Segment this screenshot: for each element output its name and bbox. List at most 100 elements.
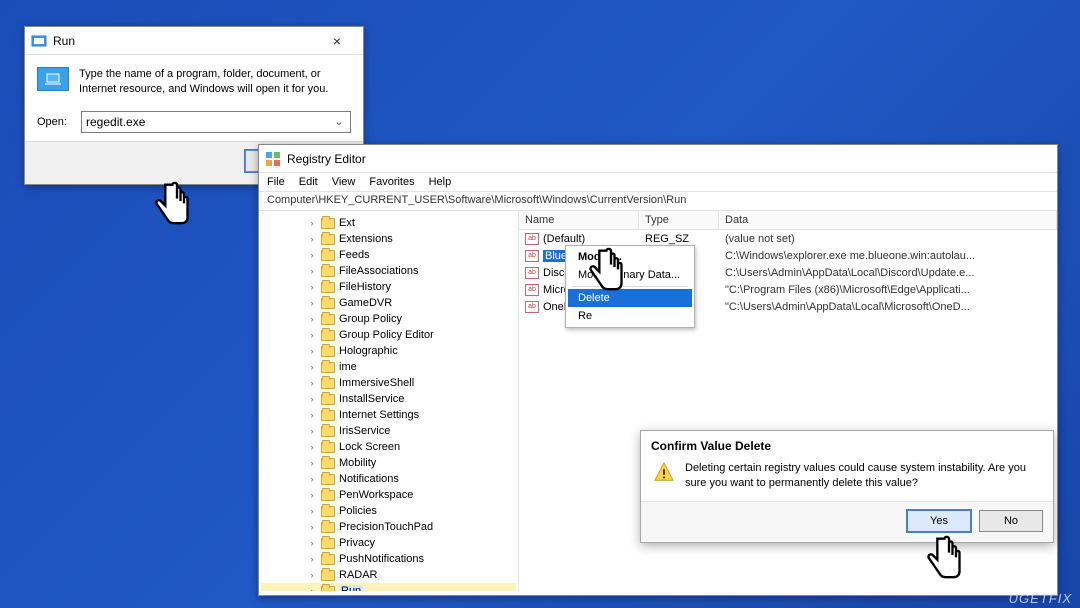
tree-item[interactable]: › GameDVR: [261, 295, 516, 311]
expand-icon[interactable]: ›: [307, 442, 317, 452]
menu-help[interactable]: Help: [429, 176, 452, 188]
expand-icon[interactable]: ›: [307, 554, 317, 564]
folder-icon: [321, 538, 335, 549]
tree-item[interactable]: › RADAR: [261, 567, 516, 583]
expand-icon[interactable]: ›: [307, 266, 317, 276]
folder-icon: [321, 234, 335, 245]
regedit-tree[interactable]: › Ext ›Extensions›Feeds›FileAssociations›F…: [259, 211, 519, 591]
folder-icon: [321, 266, 335, 277]
run-titlebar[interactable]: Run ×: [25, 27, 363, 55]
tree-item[interactable]: › ime: [261, 359, 516, 375]
folder-icon: [321, 282, 335, 293]
tree-item[interactable]: ›Run: [261, 583, 516, 591]
expand-icon[interactable]: ›: [307, 538, 317, 548]
expand-icon[interactable]: ›: [307, 250, 317, 260]
tree-item[interactable]: ›Notifications: [261, 471, 516, 487]
folder-icon: [321, 570, 335, 581]
expand-icon[interactable]: ›: [307, 490, 317, 500]
menu-view[interactable]: View: [332, 176, 356, 188]
expand-icon[interactable]: ›: [307, 362, 317, 372]
expand-icon[interactable]: ›: [307, 522, 317, 532]
open-combobox[interactable]: ⌄: [81, 111, 351, 133]
tree-item[interactable]: ›PenWorkspace: [261, 487, 516, 503]
tree-item[interactable]: › Policies: [261, 503, 516, 519]
expand-icon[interactable]: ›: [307, 218, 317, 228]
tree-item-label: Group Policy Editor: [339, 329, 434, 341]
tree-item[interactable]: ›IrisService: [261, 423, 516, 439]
folder-icon: [321, 442, 335, 453]
folder-icon: [321, 522, 335, 533]
cursor-hand-icon: [146, 180, 194, 236]
no-button[interactable]: No: [979, 510, 1043, 532]
tree-item[interactable]: ›FileAssociations: [261, 263, 516, 279]
close-icon[interactable]: ×: [317, 33, 357, 49]
row-name: (Default): [543, 233, 639, 245]
chevron-down-icon[interactable]: ⌄: [332, 115, 346, 128]
tree-item[interactable]: ›FileHistory: [261, 279, 516, 295]
tree-item[interactable]: › Group Policy Editor: [261, 327, 516, 343]
expand-icon[interactable]: ›: [307, 474, 317, 484]
expand-icon[interactable]: ›: [307, 570, 317, 580]
expand-icon[interactable]: ›: [307, 458, 317, 468]
yes-button[interactable]: Yes: [907, 510, 971, 532]
confirm-title: Confirm Value Delete: [641, 431, 1053, 455]
row-type: REG_SZ: [639, 233, 719, 245]
tree-item-label: ime: [339, 361, 357, 373]
expand-icon[interactable]: ›: [307, 346, 317, 356]
expand-icon[interactable]: ›: [307, 282, 317, 292]
expand-icon[interactable]: ›: [307, 506, 317, 516]
expand-icon[interactable]: ›: [307, 234, 317, 244]
tree-item[interactable]: › ImmersiveShell: [261, 375, 516, 391]
tree-item-label: Ext: [339, 217, 355, 229]
tree-item[interactable]: ›Privacy: [261, 535, 516, 551]
ctx-modify[interactable]: Modify...: [568, 248, 692, 266]
regedit-titlebar[interactable]: Registry Editor: [259, 145, 1057, 173]
expand-icon[interactable]: ›: [307, 394, 317, 404]
menu-favorites[interactable]: Favorites: [369, 176, 414, 188]
tree-item[interactable]: ›Lock Screen: [261, 439, 516, 455]
regedit-app-icon: [265, 151, 281, 167]
tree-item[interactable]: ›InstallService: [261, 391, 516, 407]
folder-icon: [321, 394, 335, 405]
watermark: UGETFIX: [1009, 591, 1072, 606]
tree-item-label: Policies: [339, 505, 377, 517]
tree-item[interactable]: ›PrecisionTouchPad: [261, 519, 516, 535]
menu-file[interactable]: File: [267, 176, 285, 188]
open-input[interactable]: [86, 115, 332, 129]
regedit-address[interactable]: Computer\HKEY_CURRENT_USER\Software\Micr…: [259, 192, 1057, 211]
tree-item-label: RADAR: [339, 569, 378, 581]
run-prompt-text: Type the name of a program, folder, docu…: [79, 67, 351, 97]
tree-item[interactable]: ›Feeds: [261, 247, 516, 263]
expand-icon[interactable]: ›: [307, 410, 317, 420]
expand-icon[interactable]: ›: [307, 378, 317, 388]
folder-icon: [321, 506, 335, 517]
tree-item[interactable]: ›Extensions: [261, 231, 516, 247]
tree-item[interactable]: ›Internet Settings: [261, 407, 516, 423]
ctx-rename-partial[interactable]: Re: [568, 307, 692, 325]
tree-item[interactable]: › Ext: [261, 215, 516, 231]
list-header: Name Type Data: [519, 211, 1057, 230]
tree-item[interactable]: ›PushNotifications: [261, 551, 516, 567]
folder-icon: [321, 426, 335, 437]
tree-item[interactable]: ›Holographic: [261, 343, 516, 359]
expand-icon[interactable]: ›: [307, 586, 317, 591]
ctx-modify-binary[interactable]: Modify Binary Data...: [568, 266, 692, 284]
expand-icon[interactable]: ›: [307, 314, 317, 324]
regedit-menubar: File Edit View Favorites Help: [259, 173, 1057, 192]
col-name[interactable]: Name: [519, 211, 639, 229]
col-type[interactable]: Type: [639, 211, 719, 229]
ctx-delete[interactable]: Delete: [568, 289, 692, 307]
expand-icon[interactable]: ›: [307, 298, 317, 308]
folder-icon: [321, 378, 335, 389]
expand-icon[interactable]: ›: [307, 330, 317, 340]
tree-item-label: GameDVR: [339, 297, 392, 309]
col-data[interactable]: Data: [719, 211, 1057, 229]
string-value-icon: [525, 250, 539, 262]
tree-item-label: ImmersiveShell: [339, 377, 414, 389]
expand-icon[interactable]: ›: [307, 426, 317, 436]
tree-item[interactable]: ›Mobility: [261, 455, 516, 471]
tree-item[interactable]: ›Group Policy: [261, 311, 516, 327]
menu-edit[interactable]: Edit: [299, 176, 318, 188]
folder-icon: [321, 410, 335, 421]
folder-icon: [321, 586, 335, 592]
